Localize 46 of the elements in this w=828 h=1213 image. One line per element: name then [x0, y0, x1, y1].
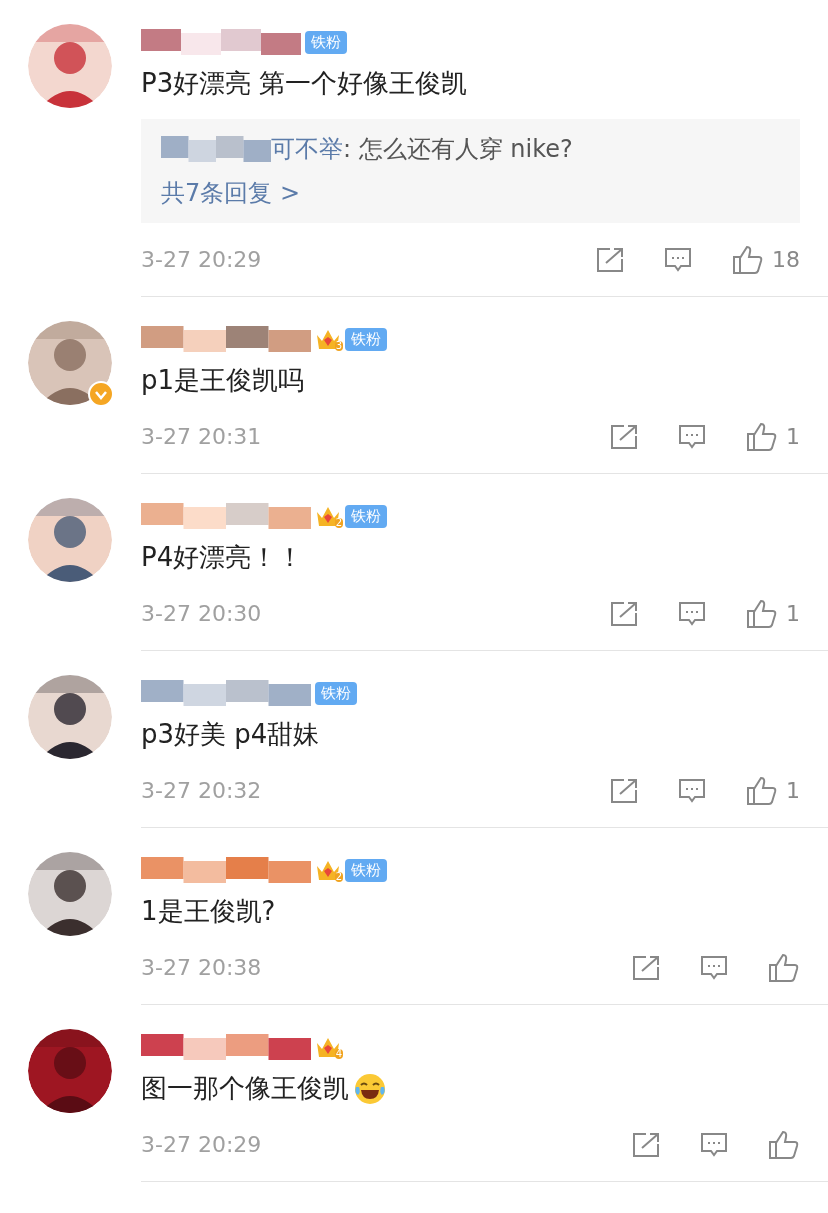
- comment-icon[interactable]: [678, 600, 706, 627]
- comment-text: p1是王俊凯吗: [141, 364, 305, 397]
- thumbs-up-icon[interactable]: [746, 775, 778, 806]
- comment-icon[interactable]: [700, 1131, 728, 1158]
- comment-text: 1是王俊凯?: [141, 895, 276, 928]
- share-icon[interactable]: [632, 1131, 660, 1158]
- comment-time: 3-27 20:32: [141, 777, 263, 805]
- share-icon[interactable]: [632, 954, 660, 981]
- comment-text: p3好美 p4甜妹: [141, 718, 320, 751]
- share-icon[interactable]: [610, 600, 638, 627]
- comment-time: 3-27 20:31: [141, 423, 263, 451]
- comment-icon[interactable]: [664, 246, 692, 273]
- crown-level: 2: [334, 518, 343, 528]
- thumbs-up-icon[interactable]: [768, 952, 800, 983]
- comment-text: P3好漂亮 第一个好像王俊凯: [141, 67, 468, 100]
- fan-badge: 铁粉: [345, 858, 387, 882]
- fan-badge: 铁粉: [345, 504, 387, 528]
- crown-level: 4: [334, 1049, 343, 1059]
- comment-text: P4好漂亮！！: [141, 541, 304, 574]
- share-icon[interactable]: [596, 246, 624, 273]
- fan-badge: 铁粉: [305, 30, 347, 54]
- more-replies-link[interactable]: 共7条回复 >: [161, 175, 780, 211]
- like-count: 18: [772, 246, 800, 274]
- share-icon[interactable]: [610, 777, 638, 804]
- thumbs-up-icon[interactable]: [746, 421, 778, 452]
- crown-level: 2: [334, 872, 343, 882]
- fan-badge: 铁粉: [315, 681, 357, 705]
- thumbs-up-icon[interactable]: [732, 244, 764, 275]
- comment-icon[interactable]: [678, 423, 706, 450]
- comment-time: 3-27 20:29: [141, 246, 263, 274]
- share-icon[interactable]: [610, 423, 638, 450]
- comment-time: 3-27 20:29: [141, 1131, 263, 1159]
- comment-time: 3-27 20:30: [141, 600, 263, 628]
- reply-author[interactable]: 可不举: [271, 131, 343, 167]
- like-count: 1: [786, 777, 800, 805]
- like-count: 1: [786, 423, 800, 451]
- thumbs-up-icon[interactable]: [768, 1129, 800, 1160]
- comment-icon[interactable]: [678, 777, 706, 804]
- reply-text: : 怎么还有人穿 nike?: [343, 134, 573, 165]
- fan-badge: 铁粉: [345, 327, 387, 351]
- comment-icon[interactable]: [700, 954, 728, 981]
- comment-text: 图一那个像王俊凯: [141, 1072, 349, 1105]
- comment-time: 3-27 20:38: [141, 954, 263, 982]
- like-count: 1: [786, 600, 800, 628]
- crown-level: 3: [334, 341, 343, 351]
- thumbs-up-icon[interactable]: [746, 598, 778, 629]
